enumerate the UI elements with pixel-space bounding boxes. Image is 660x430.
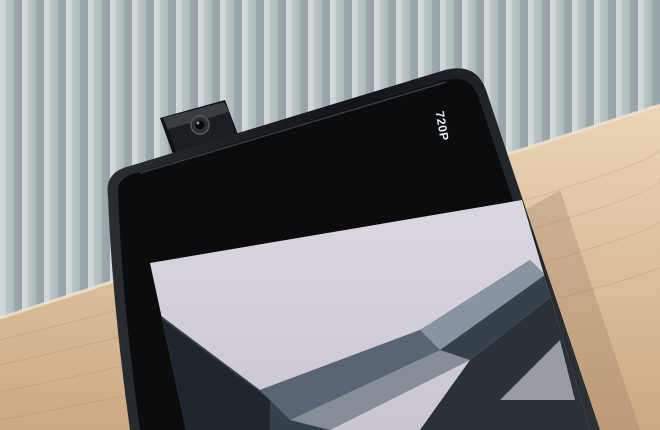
phone-photo — [0, 0, 660, 430]
popup-camera-icon — [190, 115, 210, 135]
photo-scene: 720P — [0, 0, 660, 430]
